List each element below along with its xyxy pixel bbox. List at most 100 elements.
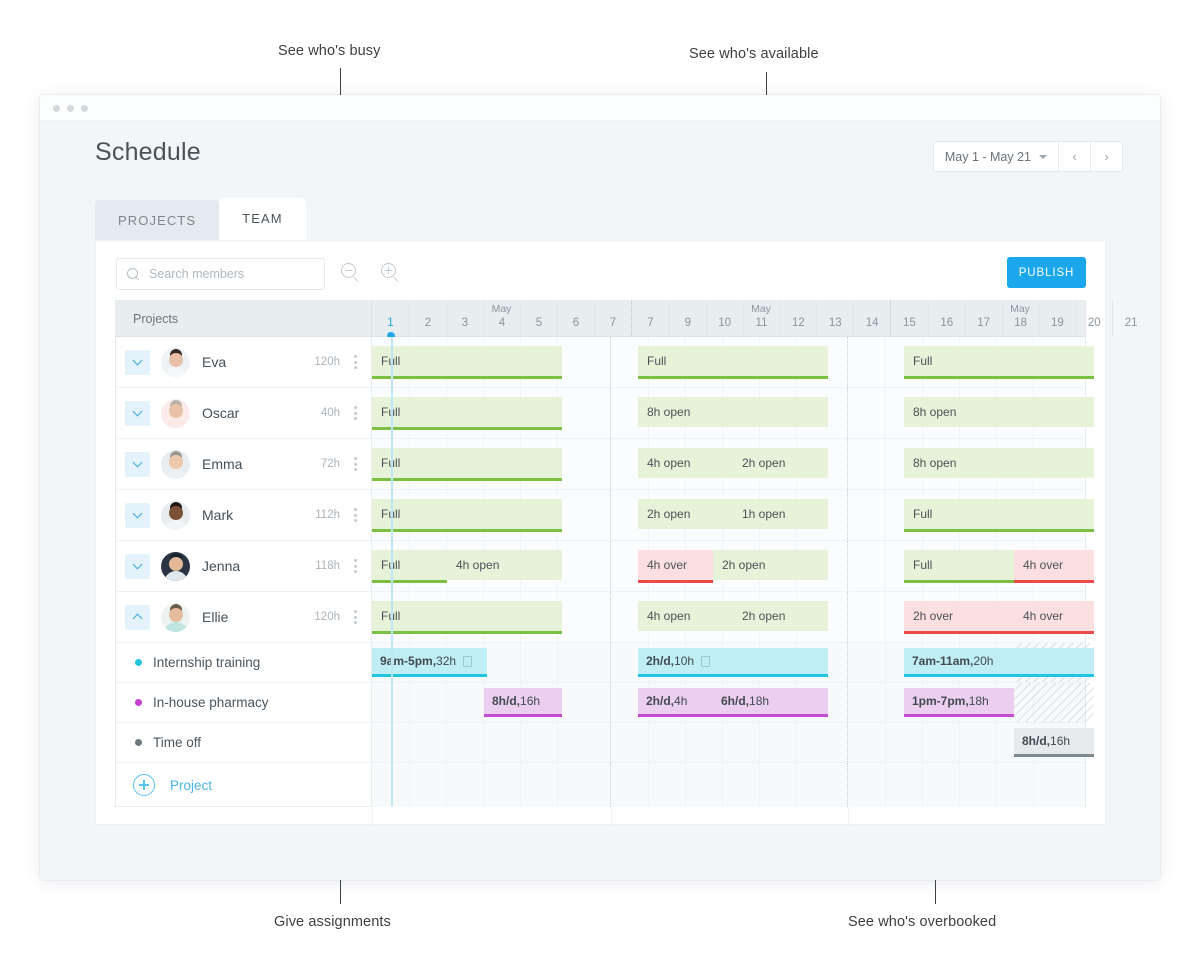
- day-cell[interactable]: [721, 763, 759, 807]
- day-header-cell[interactable]: 20: [1075, 301, 1112, 336]
- assignment-bar[interactable]: 1pm-7pm, 18h: [904, 688, 1014, 714]
- member-menu-icon[interactable]: [354, 404, 357, 422]
- allocation-bar[interactable]: 2h open: [638, 499, 733, 529]
- member-menu-icon[interactable]: [354, 353, 357, 371]
- assignment-bar[interactable]: 2h/d, 4h: [638, 688, 713, 714]
- expand-toggle-emma[interactable]: [125, 451, 150, 477]
- tab-team[interactable]: TEAM: [219, 198, 306, 240]
- day-cell[interactable]: [1033, 763, 1070, 807]
- day-header-cell[interactable]: 3: [446, 301, 483, 336]
- zoom-out-icon[interactable]: [341, 263, 363, 285]
- allocation-bar[interactable]: 8h open: [638, 397, 828, 427]
- allocation-bar[interactable]: Full: [372, 346, 562, 376]
- allocation-bar[interactable]: Full: [904, 550, 1014, 580]
- allocation-bar[interactable]: 8h open: [904, 397, 1094, 427]
- assignment-bar[interactable]: 9am-5pm, 32h: [372, 648, 487, 674]
- day-cell[interactable]: [848, 807, 885, 851]
- day-header-cell[interactable]: 13: [816, 301, 853, 336]
- assignment-bar[interactable]: 8h/d, 16h: [1014, 728, 1094, 754]
- allocation-bar[interactable]: 2h over: [904, 601, 1014, 631]
- day-cell[interactable]: [848, 763, 885, 807]
- expand-toggle-eva[interactable]: [125, 349, 150, 375]
- next-period-button[interactable]: ›: [1090, 142, 1122, 171]
- expand-toggle-jenna[interactable]: [125, 553, 150, 579]
- search-members-field[interactable]: Search members: [116, 258, 325, 290]
- allocation-bar[interactable]: 8h open: [904, 448, 1094, 478]
- note-icon[interactable]: [701, 655, 711, 667]
- expand-toggle-oscar[interactable]: [125, 400, 150, 426]
- tab-projects[interactable]: PROJECTS: [95, 200, 220, 240]
- add-project-row[interactable]: Project: [116, 763, 1085, 851]
- day-header-cell[interactable]: 17: [964, 301, 1002, 336]
- date-range-dropdown[interactable]: May 1 - May 21: [934, 142, 1058, 171]
- day-cell[interactable]: [611, 763, 648, 807]
- day-header-cell[interactable]: 18: [1001, 301, 1039, 336]
- day-header-cell[interactable]: 1: [372, 301, 409, 340]
- day-cell[interactable]: [922, 763, 959, 807]
- day-cell[interactable]: [758, 763, 796, 807]
- allocation-bar[interactable]: Full: [372, 499, 562, 529]
- allocation-bar[interactable]: 4h over: [1014, 601, 1094, 631]
- minimize-dot[interactable]: [67, 105, 74, 112]
- assignment-bar[interactable]: 6h/d, 18h: [713, 688, 828, 714]
- day-cell[interactable]: [520, 763, 557, 807]
- day-header-cell[interactable]: 6: [557, 301, 594, 336]
- day-header-cell[interactable]: 7: [632, 301, 669, 336]
- publish-button[interactable]: PUBLISH: [1007, 257, 1086, 288]
- day-header-cell[interactable]: 5: [520, 301, 557, 336]
- member-menu-icon[interactable]: [354, 608, 357, 626]
- prev-period-button[interactable]: ‹: [1058, 142, 1090, 171]
- allocation-bar[interactable]: 4h over: [1014, 550, 1094, 580]
- allocation-bar[interactable]: Full: [372, 448, 562, 478]
- day-header-cell[interactable]: 14: [853, 301, 890, 336]
- day-cell[interactable]: [795, 763, 833, 807]
- day-header-cell[interactable]: 12: [779, 301, 816, 336]
- allocation-bar[interactable]: Full: [904, 499, 1094, 529]
- member-menu-icon[interactable]: [354, 506, 357, 524]
- expand-toggle-mark[interactable]: [125, 502, 150, 528]
- day-header-cell[interactable]: 4: [483, 301, 520, 336]
- day-cell[interactable]: [996, 763, 1033, 807]
- day-cell[interactable]: [372, 807, 409, 851]
- day-cell[interactable]: [409, 763, 446, 807]
- note-icon[interactable]: [463, 655, 473, 667]
- allocation-bar[interactable]: 1h open: [733, 499, 828, 529]
- expand-toggle-ellie[interactable]: [125, 604, 150, 630]
- allocation-bar[interactable]: 4h open: [638, 448, 733, 478]
- day-cell[interactable]: [446, 763, 483, 807]
- day-header-cell[interactable]: 7: [594, 301, 631, 336]
- allocation-bar[interactable]: Full: [372, 601, 562, 631]
- allocation-bar[interactable]: Full: [372, 397, 562, 427]
- day-header-cell[interactable]: 16: [927, 301, 965, 336]
- maximize-dot[interactable]: [81, 105, 88, 112]
- zoom-in-icon[interactable]: [381, 263, 403, 285]
- allocation-bar[interactable]: 2h open: [733, 448, 828, 478]
- day-header-cell[interactable]: 9: [668, 301, 706, 336]
- allocation-bar[interactable]: 4h over: [638, 550, 713, 580]
- allocation-bar[interactable]: Full: [904, 346, 1094, 376]
- day-cell[interactable]: [557, 763, 594, 807]
- day-cell[interactable]: [372, 763, 409, 807]
- assignment-bar[interactable]: 2h/d, 10h: [638, 648, 828, 674]
- day-cell[interactable]: [483, 763, 520, 807]
- allocation-bar[interactable]: 4h open: [447, 550, 562, 580]
- day-header-cell[interactable]: 10: [705, 301, 743, 336]
- day-cell[interactable]: [959, 763, 996, 807]
- close-dot[interactable]: [53, 105, 60, 112]
- assignment-bar[interactable]: 8h/d, 16h: [484, 688, 562, 714]
- allocation-bar[interactable]: 2h open: [713, 550, 828, 580]
- member-menu-icon[interactable]: [354, 557, 357, 575]
- allocation-bar[interactable]: 4h open: [638, 601, 733, 631]
- allocation-bar[interactable]: 2h open: [733, 601, 828, 631]
- day-header-cell[interactable]: 11: [742, 301, 780, 336]
- day-header-cell[interactable]: 2: [409, 301, 446, 336]
- day-header-cell[interactable]: 15: [891, 301, 928, 336]
- allocation-bar[interactable]: Full: [638, 346, 828, 376]
- day-cell[interactable]: [647, 763, 685, 807]
- day-cell[interactable]: [684, 763, 722, 807]
- day-cell[interactable]: [610, 807, 648, 851]
- day-cell[interactable]: [885, 763, 922, 807]
- day-header-cell[interactable]: 21: [1112, 301, 1149, 336]
- assignment-bar[interactable]: 7am-11am, 20h: [904, 648, 1094, 674]
- member-menu-icon[interactable]: [354, 455, 357, 473]
